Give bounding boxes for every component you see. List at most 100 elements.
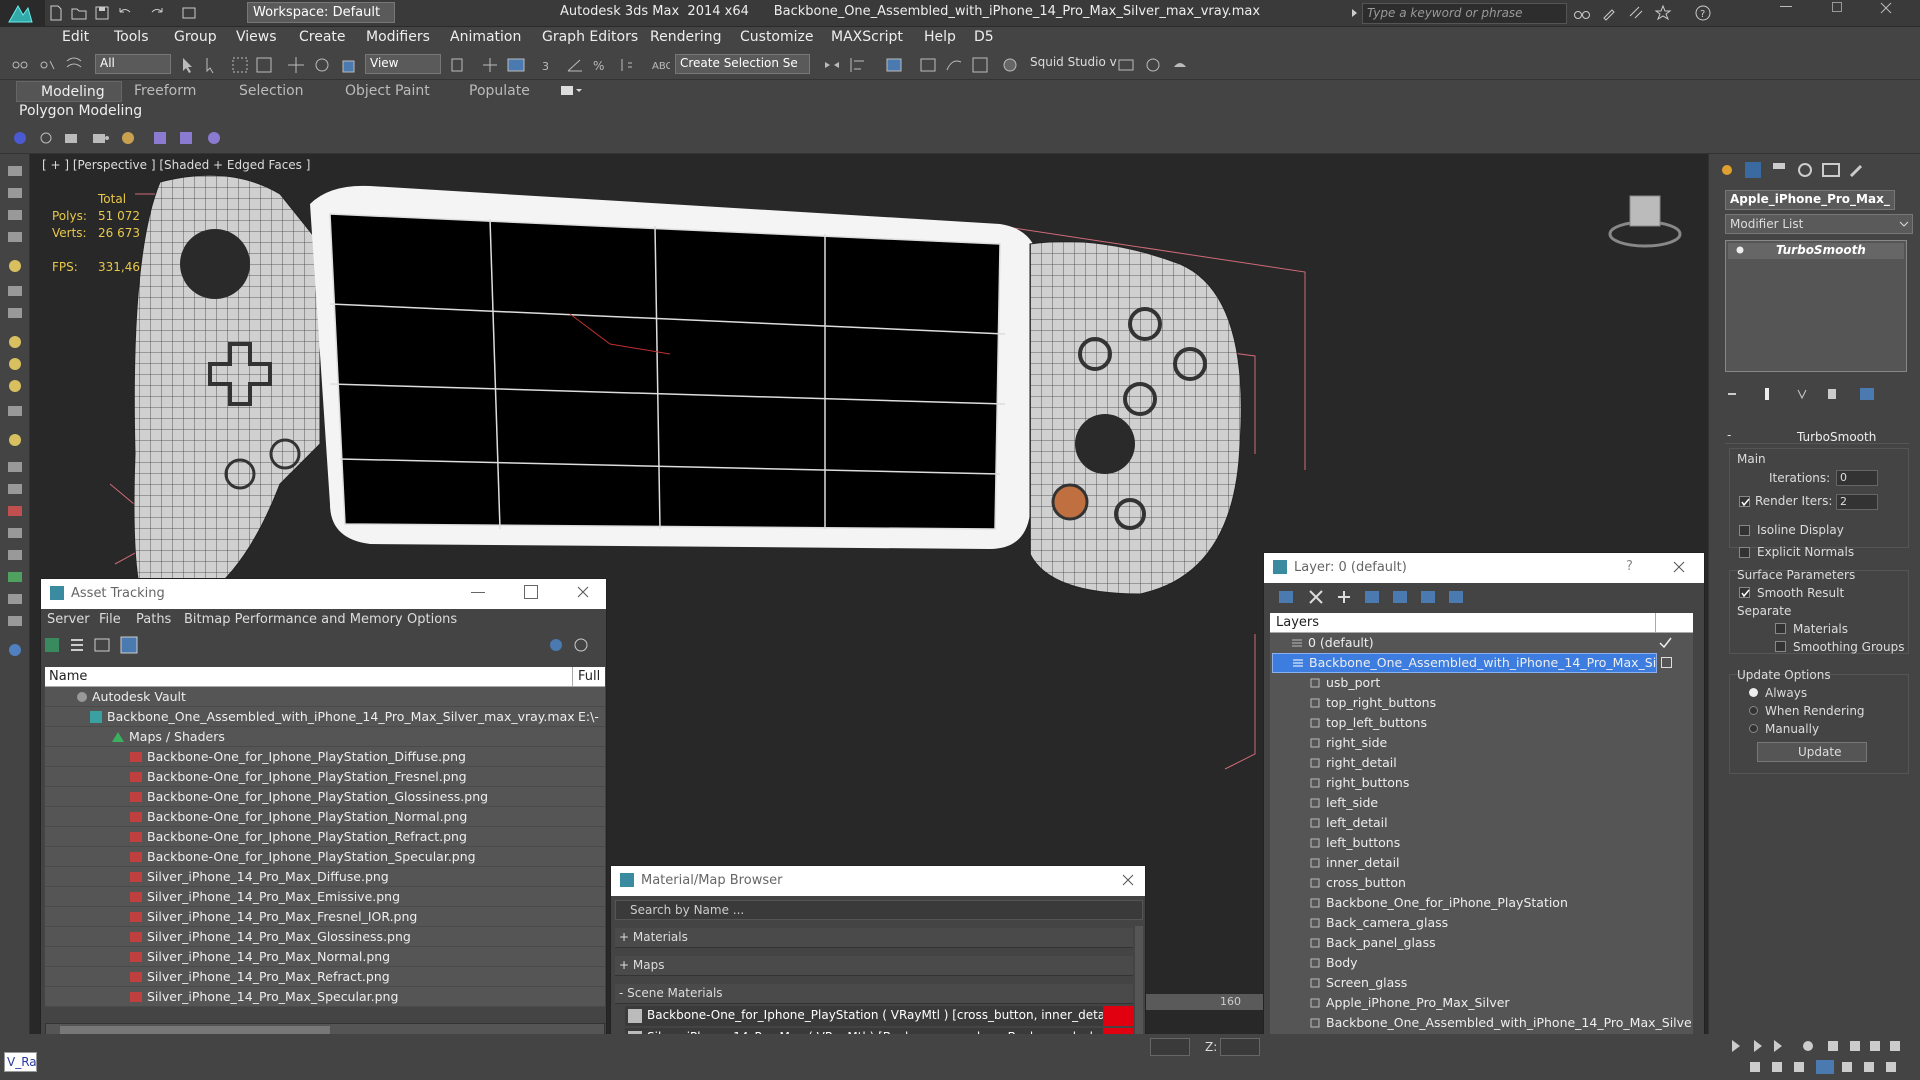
column-full-path[interactable]: Full [578,669,600,684]
schema-icon[interactable] [152,130,168,146]
map-file-row[interactable]: Backbone-One_for_Iphone_PlayStation_Refr… [45,827,605,847]
column-divider[interactable] [572,667,573,687]
tab-modeling[interactable]: Modeling [16,81,122,102]
selection-filter-dropdown[interactable]: All [95,54,171,74]
select-in-layer-icon[interactable] [1364,589,1382,605]
map-file-row[interactable]: Silver_iPhone_14_Pro_Max_Specular.png [45,987,605,1007]
hierarchy-tab-icon[interactable] [1769,160,1789,180]
layer-object-row[interactable]: right_side [1308,733,1693,753]
link-icon[interactable] [10,55,30,75]
menu-help[interactable]: Help [924,29,956,45]
map-file-row[interactable]: Silver_iPhone_14_Pro_Max_Refract.png [45,967,605,987]
tab-freeform[interactable]: Freeform [134,83,196,99]
editable-poly-icon[interactable] [12,130,28,146]
layer-row-selected[interactable]: Backbone_One_Assembled_with_iPhone_14_Pr… [1272,653,1657,673]
layer-object-row[interactable]: left_buttons [1308,833,1693,853]
minimize-button[interactable] [1780,6,1792,7]
make-unique-icon[interactable] [1795,387,1809,401]
layer-object-row[interactable]: Backbone_One_for_iPhone_PlayStation [1308,893,1693,913]
render-teapot-icon[interactable] [1170,55,1190,75]
section-materials[interactable]: + Materials [615,928,1133,948]
light-icon[interactable] [120,130,136,146]
bind-space-warp-icon[interactable] [64,55,84,75]
camera-icon[interactable] [64,130,82,146]
app-menu-button[interactable] [0,0,45,30]
layer-object-row[interactable]: right_buttons [1308,773,1693,793]
refresh-icon[interactable] [44,637,60,653]
favorites-star-icon[interactable] [1654,4,1672,22]
configure-sets-icon[interactable] [1859,386,1875,402]
move-icon[interactable] [286,55,306,75]
separate-materials-checkbox[interactable] [1775,623,1786,634]
iterations-spinner[interactable]: 0 [1836,470,1878,486]
asset-menu-bitmap[interactable]: Bitmap Performance and Memory [184,612,403,627]
map-file-row[interactable]: Backbone-One_for_Iphone_PlayStation_Spec… [45,847,605,867]
create-layer-icon[interactable] [1278,589,1296,605]
column-name[interactable]: Name [49,669,87,684]
tab-populate[interactable]: Populate [469,83,530,99]
menu-d5[interactable]: D5 [974,29,994,45]
explicit-normals-checkbox[interactable] [1739,547,1750,558]
y-coordinate-field[interactable] [1150,1038,1190,1056]
asset-menu-paths[interactable]: Paths [136,612,171,627]
new-file-icon[interactable] [47,4,65,22]
list-view-icon[interactable] [69,637,85,653]
section-maps[interactable]: + Maps [615,956,1133,976]
show-end-result-icon[interactable] [1759,386,1775,402]
modify-tab-icon[interactable] [1743,160,1763,180]
maps-folder-row[interactable]: Maps / Shaders [45,727,605,747]
map-file-row[interactable]: Silver_iPhone_14_Pro_Max_Diffuse.png [45,867,605,887]
delete-layer-icon[interactable] [1308,589,1324,605]
scale-icon[interactable] [340,55,360,75]
search-input[interactable]: Type a keyword or phrase [1362,3,1567,24]
utilities-tab-icon[interactable] [1847,160,1867,180]
asset-minimize-button[interactable] [471,592,485,593]
redo-icon[interactable] [148,4,166,22]
scene-explorer-icon[interactable] [918,55,938,75]
layer-object-row[interactable]: right_detail [1308,753,1693,773]
binoculars-icon[interactable] [1573,4,1591,22]
z-coordinate-field[interactable] [1220,1038,1260,1056]
menu-animation[interactable]: Animation [450,29,521,45]
table-view-icon[interactable] [120,636,138,654]
update-button[interactable]: Update [1757,742,1867,762]
mirror-icon[interactable] [822,55,842,75]
rotate-icon[interactable] [312,55,332,75]
map-file-row[interactable]: Silver_iPhone_14_Pro_Max_Normal.png [45,947,605,967]
layers-column[interactable]: Layers [1276,615,1319,630]
isoline-display-checkbox[interactable] [1739,525,1750,536]
menu-tools[interactable]: Tools [114,29,149,45]
freeze-all-layers-icon[interactable] [1448,589,1466,605]
hide-all-layers-icon[interactable] [1420,589,1438,605]
checkmark-icon[interactable] [1658,636,1672,650]
highlight-layer-icon[interactable] [1392,589,1410,605]
map-file-row[interactable]: Backbone-One_for_Iphone_PlayStation_Glos… [45,787,605,807]
open-file-icon[interactable] [70,4,88,22]
material-editor-icon[interactable] [1000,55,1020,75]
tab-object-paint[interactable]: Object Paint [345,83,430,99]
render-setup-icon[interactable] [1116,55,1136,75]
map-file-row[interactable]: Silver_iPhone_14_Pro_Max_Glossiness.png [45,927,605,947]
layer-object-row[interactable]: Apple_iPhone_Pro_Max_Silver [1308,993,1693,1013]
menu-create[interactable]: Create [299,29,346,45]
object-name-field[interactable]: Apple_iPhone_Pro_Max_ [1725,190,1895,210]
menu-views[interactable]: Views [236,29,277,45]
section-scene-materials[interactable]: - Scene Materials [615,984,1133,1004]
vault-row[interactable]: Autodesk Vault [45,687,605,707]
record-camera-icon[interactable] [92,130,110,146]
material-search-input[interactable]: Search by Name ... [615,900,1143,920]
layer-object-row[interactable]: left_detail [1308,813,1693,833]
menu-group[interactable]: Group [174,29,217,45]
layer-row-default[interactable]: 0 (default) [1270,633,1693,653]
left-strip-tools-icon[interactable] [6,166,24,666]
layer-object-row[interactable]: left_side [1308,793,1693,813]
snaps-toggle-icon[interactable]: 3 [540,55,560,75]
layer-object-row[interactable]: top_left_buttons [1308,713,1693,733]
turbosmooth-rollout-header[interactable]: - TurboSmooth [1725,428,1909,444]
update-manually-radio[interactable] [1749,724,1758,733]
remove-modifier-icon[interactable] [1825,387,1839,401]
map-file-row[interactable]: Backbone-One_for_Iphone_PlayStation_Norm… [45,807,605,827]
close-icon[interactable] [576,585,590,599]
set-current-layer-box[interactable] [1661,657,1672,668]
asset-maximize-button[interactable] [524,585,538,599]
